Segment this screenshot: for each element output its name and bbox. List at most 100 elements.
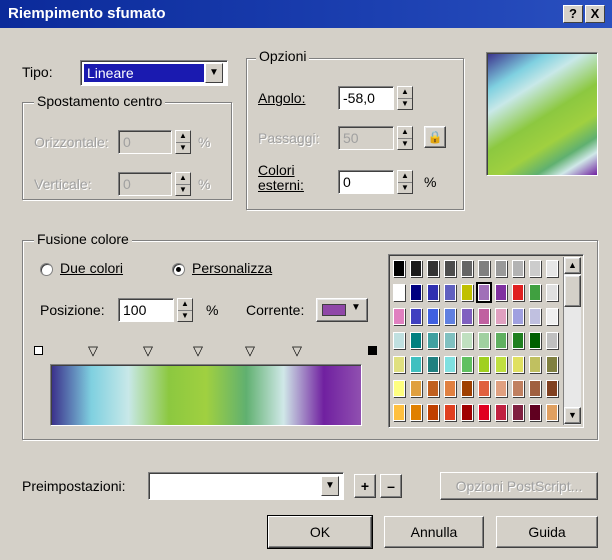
palette-swatch[interactable] [478, 308, 490, 325]
palette-swatch[interactable] [495, 380, 507, 397]
add-preset-button[interactable]: + [354, 474, 376, 498]
palette-swatch[interactable] [444, 356, 456, 373]
angle-spinner[interactable]: ▲ ▼ [397, 86, 413, 110]
palette-swatch[interactable] [495, 356, 507, 373]
palette-swatch[interactable] [410, 260, 422, 277]
edge-spinner[interactable]: ▲ ▼ [397, 170, 413, 194]
horizontal-input[interactable]: 0 [118, 130, 172, 154]
palette-swatch[interactable] [512, 308, 524, 325]
angle-input[interactable]: -58,0 [338, 86, 394, 110]
position-input[interactable]: 100 [118, 298, 174, 322]
palette-swatch[interactable] [495, 308, 507, 325]
palette-swatch[interactable] [393, 260, 405, 277]
palette-swatch[interactable] [393, 356, 405, 373]
palette-swatch[interactable] [410, 356, 422, 373]
gradient-bar[interactable] [50, 364, 362, 426]
palette-swatch[interactable] [444, 332, 456, 349]
palette-swatch[interactable] [529, 308, 541, 325]
palette-swatch[interactable] [393, 308, 405, 325]
palette-swatch[interactable] [427, 332, 439, 349]
palette-swatch[interactable] [546, 260, 558, 277]
palette-swatch[interactable] [410, 308, 422, 325]
radio-custom[interactable] [172, 263, 185, 276]
steps-spinner[interactable]: ▲ ▼ [397, 126, 413, 150]
gradient-marker[interactable]: ▽ [88, 344, 98, 357]
palette-swatch[interactable] [495, 284, 507, 301]
palette-swatch[interactable] [495, 260, 507, 277]
radio-two-colors[interactable] [40, 263, 53, 276]
palette-swatch[interactable] [495, 332, 507, 349]
palette-swatch[interactable] [478, 332, 490, 349]
palette-swatch[interactable] [512, 380, 524, 397]
palette-swatch[interactable] [427, 404, 439, 421]
palette-swatch[interactable] [444, 308, 456, 325]
presets-input[interactable]: ▼ [148, 472, 344, 500]
gradient-marker[interactable]: ▽ [143, 344, 153, 357]
remove-preset-button[interactable]: – [380, 474, 402, 498]
palette-swatch[interactable] [495, 404, 507, 421]
scroll-down-icon[interactable]: ▼ [564, 407, 581, 424]
palette-swatch[interactable] [444, 284, 456, 301]
palette-swatch[interactable] [410, 332, 422, 349]
palette-swatch[interactable] [512, 260, 524, 277]
palette-swatch[interactable] [529, 260, 541, 277]
start-marker[interactable] [34, 346, 43, 355]
palette-swatch[interactable] [461, 308, 473, 325]
palette-scrollbar[interactable]: ▲ ▼ [563, 257, 581, 425]
palette-swatch[interactable] [529, 356, 541, 373]
ok-button[interactable]: OK [267, 515, 373, 549]
palette-swatch[interactable] [427, 356, 439, 373]
color-palette[interactable]: ▲ ▼ [388, 254, 584, 428]
palette-swatch[interactable] [529, 332, 541, 349]
palette-swatch[interactable] [546, 404, 558, 421]
chevron-down-icon[interactable]: ▼ [205, 63, 223, 83]
gradient-marker[interactable]: ▽ [193, 344, 203, 357]
palette-swatch[interactable] [546, 332, 558, 349]
current-color-picker[interactable]: ▼ [316, 298, 368, 322]
palette-swatch[interactable] [410, 284, 422, 301]
palette-swatch[interactable] [427, 308, 439, 325]
palette-swatch[interactable] [478, 380, 490, 397]
palette-swatch[interactable] [444, 260, 456, 277]
palette-swatch[interactable] [546, 308, 558, 325]
palette-swatch[interactable] [529, 404, 541, 421]
palette-swatch[interactable] [461, 356, 473, 373]
vertical-spinner[interactable]: ▲ ▼ [175, 172, 191, 196]
scroll-thumb[interactable] [564, 275, 581, 307]
position-spinner[interactable]: ▲ ▼ [177, 298, 193, 322]
lock-icon[interactable]: 🔒 [424, 126, 446, 148]
palette-swatch[interactable] [478, 404, 490, 421]
palette-swatch[interactable] [427, 260, 439, 277]
palette-swatch[interactable] [529, 380, 541, 397]
close-button[interactable]: X [585, 5, 605, 23]
palette-swatch[interactable] [393, 332, 405, 349]
help-button[interactable]: Guida [496, 516, 598, 548]
palette-swatch[interactable] [461, 284, 473, 301]
palette-swatch[interactable] [393, 284, 405, 301]
palette-swatch[interactable] [427, 380, 439, 397]
palette-swatch[interactable] [512, 356, 524, 373]
palette-swatch[interactable] [461, 260, 473, 277]
palette-swatch[interactable] [478, 356, 490, 373]
postscript-options-button[interactable]: Opzioni PostScript... [440, 472, 598, 500]
palette-swatch[interactable] [512, 332, 524, 349]
type-select[interactable]: Lineare ▼ [80, 60, 228, 86]
palette-swatch[interactable] [444, 404, 456, 421]
palette-swatch[interactable] [393, 404, 405, 421]
palette-swatch[interactable] [461, 332, 473, 349]
palette-swatch[interactable] [476, 282, 492, 303]
palette-swatch[interactable] [546, 284, 558, 301]
chevron-down-icon[interactable]: ▼ [321, 476, 339, 496]
steps-input[interactable]: 50 [338, 126, 394, 150]
palette-swatch[interactable] [512, 404, 524, 421]
gradient-marker[interactable]: ▽ [245, 344, 255, 357]
palette-swatch[interactable] [461, 404, 473, 421]
palette-swatch[interactable] [512, 284, 524, 301]
palette-swatch[interactable] [546, 380, 558, 397]
edge-input[interactable]: 0 [338, 170, 394, 194]
palette-swatch[interactable] [410, 380, 422, 397]
palette-swatch[interactable] [461, 380, 473, 397]
vertical-input[interactable]: 0 [118, 172, 172, 196]
palette-swatch[interactable] [444, 380, 456, 397]
end-marker[interactable] [368, 346, 377, 355]
